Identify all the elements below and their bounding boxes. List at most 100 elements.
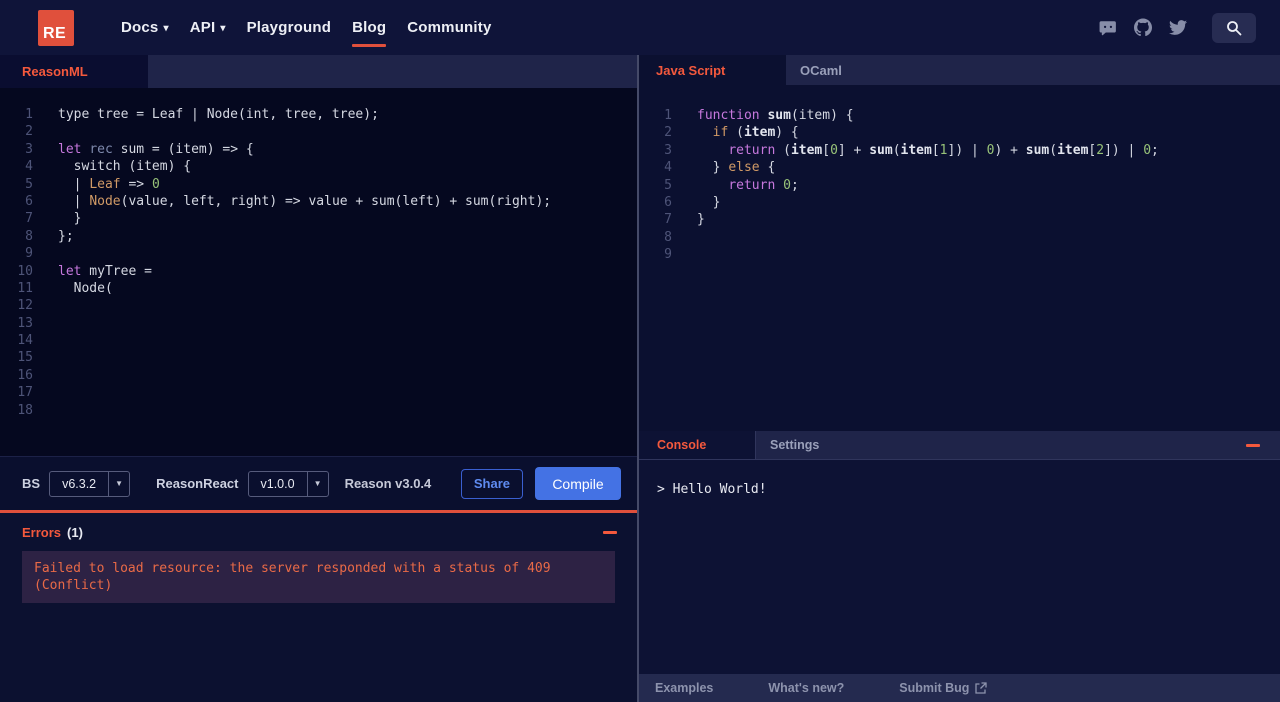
code-line: 11 Node( [0,280,637,297]
collapse-console-icon[interactable] [1246,443,1260,447]
console-output[interactable]: > Hello World! [639,460,1280,674]
code-line: 10 let myTree = [0,263,637,280]
line-number: 12 [17,298,33,314]
code-text: return 0; [728,177,799,193]
code-line: 13 [0,315,637,332]
chevron-down-icon: ▼ [108,471,129,496]
logo-text: RE [43,24,67,42]
chevron-down-icon: ▾ [163,23,169,34]
bottom-footer: Examples What's new? Submit Bug [639,674,1280,702]
line-number: 6 [664,194,672,210]
code-line: 8}; [0,228,637,245]
errors-title: Errors [22,525,62,540]
code-line: 4 switch (item) { [0,158,637,175]
code-line: 8 [639,229,1280,246]
main-area: ReasonML 1 type tree = Leaf | Node(int, t… [0,55,1280,702]
twitter-icon[interactable] [1169,19,1187,37]
line-number: 5 [25,176,33,192]
line-number: 3 [25,141,33,157]
code-line: 9 [639,246,1280,263]
code-line: 5 | Leaf => 0 [0,176,637,193]
left-panel: ReasonML 1 type tree = Leaf | Node(int, t… [0,55,639,702]
footer-link-submit-bug[interactable]: Submit Bug [899,681,988,695]
compile-button[interactable]: Compile [535,467,621,500]
code-text: } [58,211,82,227]
output-tab-ocaml[interactable]: OCaml [786,55,856,85]
search-icon [1227,20,1242,35]
errors-header: Errors (1) [0,513,637,548]
console-header: Console Settings [639,431,1280,460]
footer-link-what-s-new[interactable]: What's new? [768,681,844,695]
code-line: 3 let rec sum = (item) => { [0,141,637,158]
reason-editor[interactable]: 1 type tree = Leaf | Node(int, tree, tree… [0,88,637,456]
code-line: 12 [0,297,637,314]
nav-item-community[interactable]: Community [407,15,491,40]
reasonreact-version-select[interactable]: v1.0.0 ▼ [247,470,329,497]
code-line: 5 return 0; [639,177,1280,194]
code-text: }; [58,228,74,244]
code-text: Node( [58,280,113,296]
nav-right [1099,12,1256,43]
line-number: 8 [664,229,672,245]
nav-item-label: Playground [246,19,332,36]
search-button[interactable] [1212,12,1256,43]
console-tab-console[interactable]: Console [639,431,756,459]
code-line: 16 [0,367,637,384]
footer-link-examples[interactable]: Examples [655,681,713,695]
line-number: 18 [17,402,33,418]
nav-item-docs[interactable]: Docs ▾ [121,15,169,40]
share-button[interactable]: Share [460,468,523,499]
code-text: } [697,212,705,228]
code-line: 2 [0,123,637,140]
line-number: 4 [664,160,672,176]
discord-icon[interactable] [1099,19,1117,37]
line-number: 7 [25,211,33,227]
line-number: 14 [17,333,33,349]
code-text: | Leaf => 0 [58,176,160,192]
code-text: } else { [697,160,776,176]
bs-version-select[interactable]: v6.3.2 ▼ [49,470,131,497]
code-line: 3 return (item[0] + sum(item[1]) | 0) + … [639,142,1280,159]
navbar: RE Docs ▾ API ▾ Playground Blog Community [0,0,1280,55]
nav-item-playground[interactable]: Playground [247,15,332,40]
line-number: 10 [17,263,33,279]
line-number: 11 [17,280,33,296]
nav-item-blog[interactable]: Blog [352,15,387,47]
console-log-line: > Hello World! [657,482,767,497]
reasonml-logo[interactable]: RE [38,9,74,46]
reasonreact-version-value: v1.0.0 [260,476,295,491]
bs-version-value: v6.3.2 [62,476,97,491]
collapse-errors-icon[interactable] [603,531,617,534]
code-line: 2 if (item) { [639,124,1280,141]
code-text: let myTree = [58,263,152,279]
chevron-down-icon: ▾ [220,23,226,34]
nav-item-label: Blog [352,19,387,36]
nav-item-api[interactable]: API ▾ [190,15,226,40]
line-number: 1 [25,107,33,122]
nav-item-label: API [189,19,216,36]
code-text: type tree = Leaf | Node(int, tree, tree)… [58,107,379,122]
console-tab-settings[interactable]: Settings [756,431,819,459]
errors-count: (1) [67,525,83,540]
nav-item-label: Docs [121,19,159,36]
nav-item-label: Community [407,19,492,36]
js-editor[interactable]: 1 function sum(item) {2 if (item) {3 retu… [639,85,1280,431]
editor-tab-reasonml[interactable]: ReasonML [0,55,148,88]
github-icon[interactable] [1134,18,1152,37]
footer-link-label: Examples [655,681,714,695]
error-message-line: (Conflict) [34,578,113,593]
output-tab-java-script[interactable]: Java Script [639,55,786,85]
line-number: 3 [664,142,672,158]
code-text: | Node(value, left, right) => value + su… [58,193,552,209]
